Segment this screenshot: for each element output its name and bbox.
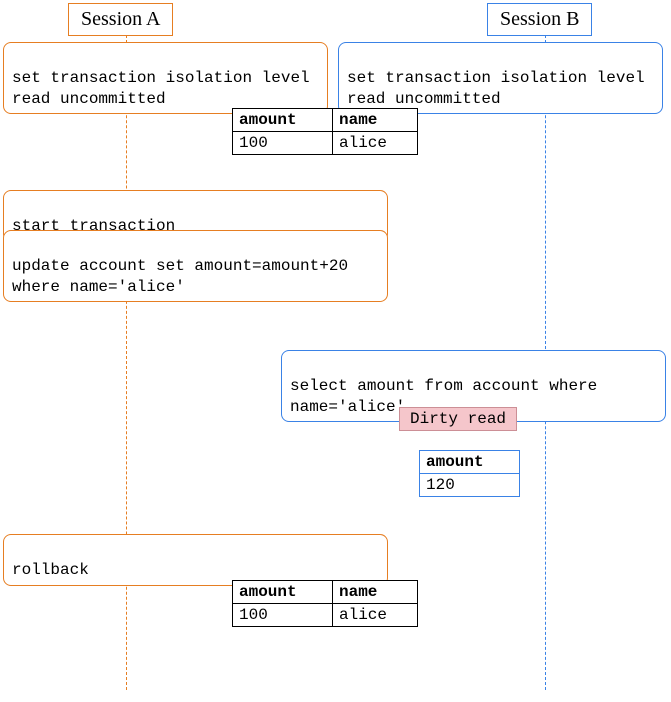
cell-name: alice: [333, 132, 418, 155]
cell-amount: 100: [233, 604, 333, 627]
state-table-initial: amount name 100 alice: [232, 108, 418, 155]
col-amount: amount: [233, 581, 333, 604]
state-table-final: amount name 100 alice: [232, 580, 418, 627]
cell-amount: 120: [420, 474, 520, 497]
cell-amount: 100: [233, 132, 333, 155]
session-b-title: Session B: [500, 8, 579, 30]
session-a-set-isolation: set transaction isolation level read unc…: [3, 42, 328, 114]
session-a-header: Session A: [68, 3, 173, 36]
stmt-text: set transaction isolation level read unc…: [12, 69, 310, 108]
session-b-header: Session B: [487, 3, 592, 36]
timeline-a: [126, 30, 127, 690]
cell-name: alice: [333, 604, 418, 627]
stmt-text: rollback: [12, 561, 89, 579]
table-row: 100 alice: [233, 604, 418, 627]
table-row: 100 alice: [233, 132, 418, 155]
col-name: name: [333, 109, 418, 132]
col-name: name: [333, 581, 418, 604]
dirty-read-label: Dirty read: [399, 407, 517, 431]
session-a-update: update account set amount=amount+20 wher…: [3, 230, 388, 302]
col-amount: amount: [233, 109, 333, 132]
label-text: Dirty read: [410, 410, 506, 428]
state-table-dirty: amount 120: [419, 450, 520, 497]
col-amount: amount: [420, 451, 520, 474]
stmt-text: update account set amount=amount+20 wher…: [12, 257, 348, 296]
session-a-rollback: rollback: [3, 534, 388, 586]
session-a-title: Session A: [81, 8, 160, 30]
stmt-text: set transaction isolation level read unc…: [347, 69, 645, 108]
session-b-set-isolation: set transaction isolation level read unc…: [338, 42, 663, 114]
table-row: 120: [420, 474, 520, 497]
